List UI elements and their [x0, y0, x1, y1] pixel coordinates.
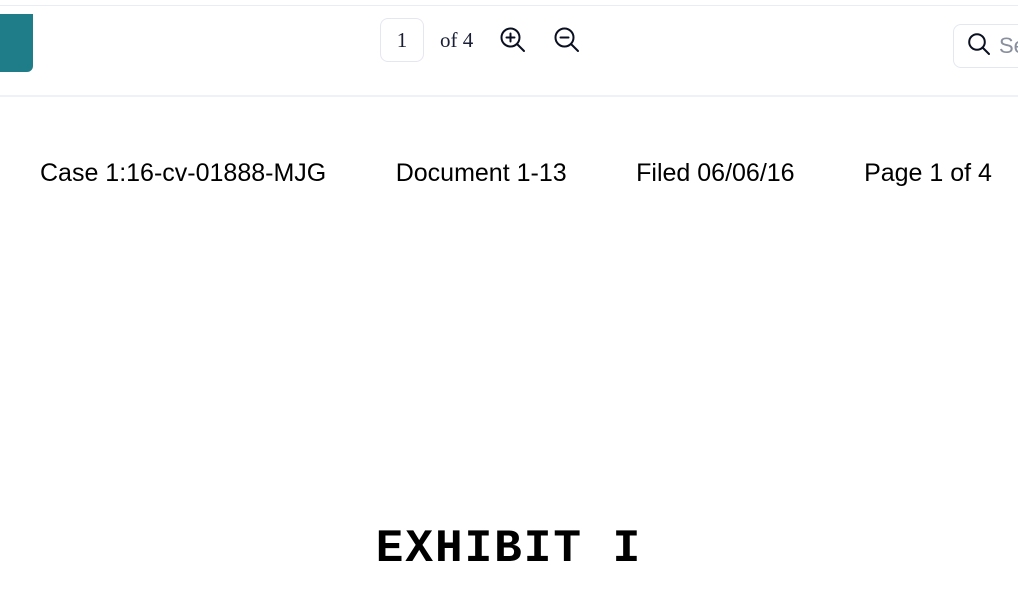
- search-icon: [966, 31, 992, 62]
- stamp-case-number: Case 1:16-cv-01888-MJG: [40, 159, 327, 187]
- page-number-input[interactable]: [380, 18, 424, 62]
- zoom-in-button[interactable]: [493, 20, 533, 60]
- page-navigation-controls: of 4: [380, 18, 587, 62]
- document-page: Case 1:16-cv-01888-MJG Document 1-13 Fil…: [0, 99, 1018, 615]
- viewer-toolbar: of 4: [0, 6, 1018, 97]
- stamp-filed-date: Filed 06/06/16: [636, 159, 795, 187]
- exhibit-title: EXHIBIT I: [375, 523, 643, 575]
- search-box[interactable]: [953, 24, 1018, 68]
- stamp-page-number: Page 1 of 4: [864, 159, 992, 187]
- stamp-document-number: Document 1-13: [395, 159, 567, 187]
- zoom-out-icon: [552, 25, 582, 55]
- court-filing-stamp: Case 1:16-cv-01888-MJG Document 1-13 Fil…: [40, 159, 992, 188]
- total-pages-label: of 4: [440, 27, 474, 52]
- zoom-in-icon: [498, 25, 528, 55]
- pdf-viewer-app: of 4: [0, 0, 1018, 615]
- zoom-out-button[interactable]: [547, 20, 587, 60]
- sidebar-toggle-tab[interactable]: [0, 14, 33, 72]
- search-input[interactable]: [997, 32, 1018, 60]
